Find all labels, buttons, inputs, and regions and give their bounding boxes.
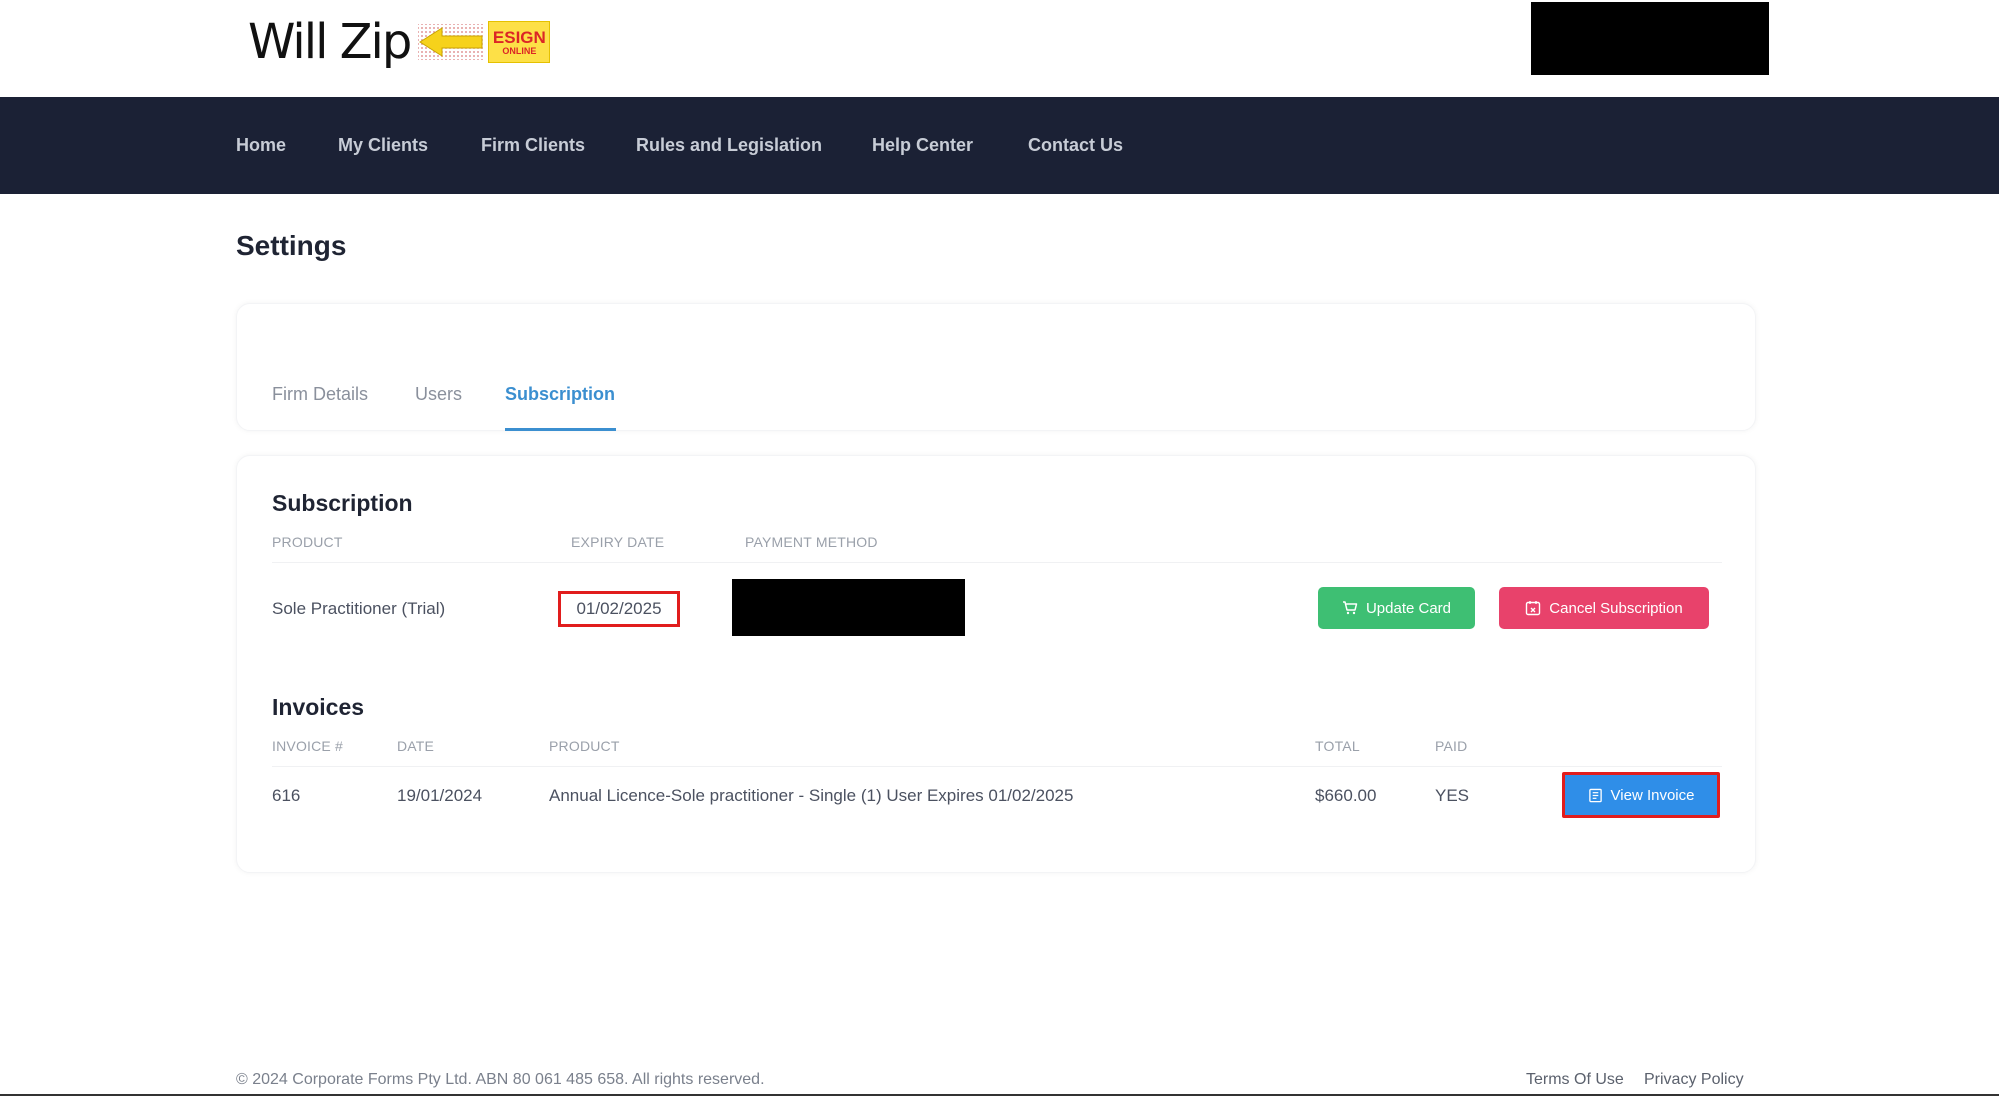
active-tab-indicator bbox=[505, 428, 616, 431]
nav-contact-us[interactable]: Contact Us bbox=[1028, 97, 1123, 194]
nav-my-clients[interactable]: My Clients bbox=[338, 97, 428, 194]
col-date: DATE bbox=[397, 738, 435, 754]
footer-copyright: © 2024 Corporate Forms Pty Ltd. ABN 80 0… bbox=[236, 1071, 765, 1088]
col-payment-method: PAYMENT METHOD bbox=[745, 534, 878, 550]
col-invoice-product: PRODUCT bbox=[549, 738, 620, 754]
top-header: Will Zip ESIGN ONLINE bbox=[0, 0, 1999, 97]
divider bbox=[272, 766, 1722, 767]
invoices-heading: Invoices bbox=[272, 694, 365, 720]
col-paid: PAID bbox=[1435, 738, 1468, 754]
nav-rules-legislation[interactable]: Rules and Legislation bbox=[636, 97, 822, 194]
subscription-panel: Subscription PRODUCT EXPIRY DATE PAYMENT… bbox=[236, 455, 1756, 873]
page-title: Settings bbox=[236, 230, 347, 261]
expiry-date-value: 01/02/2025 bbox=[558, 591, 680, 627]
col-total: TOTAL bbox=[1315, 738, 1360, 754]
invoice-total: $660.00 bbox=[1315, 786, 1377, 805]
tab-users[interactable]: Users bbox=[415, 384, 462, 405]
redacted-payment-method bbox=[732, 579, 965, 636]
subscription-heading: Subscription bbox=[272, 490, 413, 516]
view-invoice-label: View Invoice bbox=[1610, 786, 1695, 804]
col-expiry-date: EXPIRY DATE bbox=[571, 534, 665, 550]
tab-subscription[interactable]: Subscription bbox=[505, 384, 615, 405]
privacy-policy-link[interactable]: Privacy Policy bbox=[1644, 1071, 1744, 1089]
cancel-subscription-button[interactable]: Cancel Subscription bbox=[1499, 587, 1709, 629]
esign-badge-top: ESIGN bbox=[492, 27, 546, 47]
settings-tabs: Firm Details Users Subscription bbox=[236, 303, 1756, 431]
col-invoice-number: INVOICE # bbox=[272, 738, 344, 754]
cancel-subscription-label: Cancel Subscription bbox=[1549, 599, 1683, 617]
cart-icon bbox=[1342, 601, 1358, 615]
invoice-paid: YES bbox=[1435, 786, 1470, 805]
redacted-account-area bbox=[1531, 2, 1769, 75]
main-nav: Home My Clients Firm Clients Rules and L… bbox=[0, 97, 1999, 194]
view-invoice-button[interactable]: View Invoice bbox=[1562, 772, 1720, 818]
update-card-label: Update Card bbox=[1365, 599, 1452, 617]
invoice-number: 616 bbox=[272, 786, 301, 805]
nav-help-center[interactable]: Help Center bbox=[872, 97, 973, 194]
tab-firm-details[interactable]: Firm Details bbox=[272, 384, 368, 405]
invoice-product: Annual Licence-Sole practitioner - Singl… bbox=[549, 786, 1074, 805]
update-card-button[interactable]: Update Card bbox=[1318, 587, 1475, 629]
calendar-icon bbox=[1526, 601, 1541, 616]
logo[interactable]: Will Zip ESIGN ONLINE bbox=[248, 12, 551, 72]
expiry-date-text: 01/02/2025 bbox=[576, 599, 662, 618]
nav-firm-clients[interactable]: Firm Clients bbox=[481, 97, 585, 194]
terms-of-use-link[interactable]: Terms Of Use bbox=[1526, 1071, 1624, 1089]
nav-home[interactable]: Home bbox=[236, 97, 286, 194]
col-product: PRODUCT bbox=[272, 534, 343, 550]
esign-badge: ESIGN ONLINE bbox=[488, 21, 551, 63]
logo-text: Will Zip bbox=[248, 14, 412, 70]
arrow-icon bbox=[416, 22, 486, 62]
esign-badge-bottom: ONLINE bbox=[502, 45, 537, 56]
invoice-date: 19/01/2024 bbox=[397, 786, 483, 805]
divider bbox=[272, 562, 1722, 563]
subscription-product: Sole Practitioner (Trial) bbox=[272, 599, 446, 618]
document-icon bbox=[1588, 788, 1602, 802]
